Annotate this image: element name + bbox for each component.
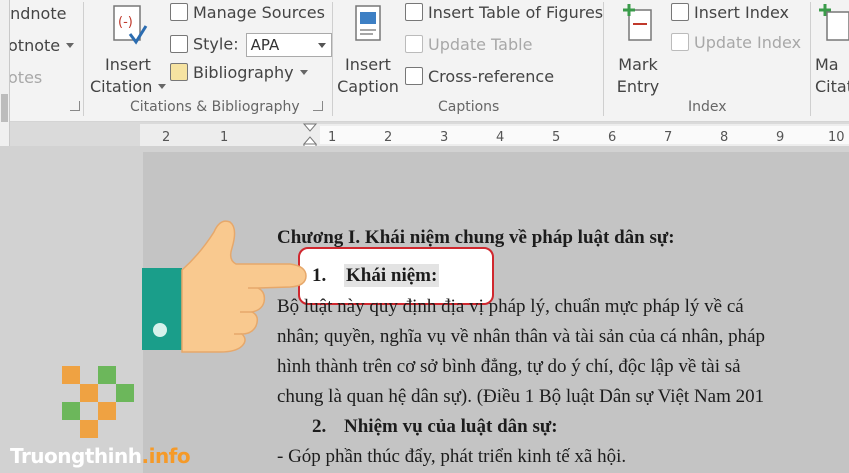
horizontal-ruler[interactable]: 2 1 1 2 3 4 5 6 7 8 9 10 (140, 123, 849, 151)
ruler-tick: 1 (328, 130, 337, 145)
list-item-1-title: Khái niệm: (344, 264, 440, 287)
insert-citation-label-1: Insert (105, 55, 151, 74)
pointing-hand-icon (142, 220, 307, 353)
ribbon: Endnote otnote otes (-) Insert Citation … (0, 0, 849, 122)
insert-caption-label-2: Caption (337, 77, 399, 96)
manage-sources-label: Manage Sources (193, 3, 325, 22)
citations-dialog-launcher-icon[interactable] (313, 101, 323, 111)
insert-caption-icon (355, 5, 381, 41)
mark-citation-button[interactable]: Ma Citat (815, 4, 849, 98)
navigation-scrollbar[interactable] (1, 94, 8, 122)
paragraph-line: nhân; quyền, nghĩa vụ về nhân thân và tà… (277, 326, 766, 347)
citations-group-label: Citations & Bibliography (130, 99, 300, 115)
ruler-tick: 1 (220, 130, 229, 145)
chevron-down-icon (299, 70, 308, 75)
ruler-tick: 6 (608, 130, 617, 145)
insert-citation-icon: (-) (113, 5, 148, 45)
chevron-down-icon (158, 84, 167, 89)
navigation-pane-edge (0, 0, 10, 158)
ruler-tick: 8 (720, 130, 729, 145)
ruler-tick: 7 (664, 130, 673, 145)
mark-citation-icon (819, 4, 849, 41)
ruler-tick: 5 (552, 130, 561, 145)
insert-table-of-figures-label: Insert Table of Figures (428, 3, 604, 22)
captions-group-label: Captions (438, 99, 500, 115)
insert-citation-button[interactable]: (-) Insert Citation (90, 4, 167, 98)
paragraph-line: Bộ luật này quy định địa vị pháp lý, chu… (277, 296, 744, 317)
group-divider (810, 2, 811, 116)
mark-entry-label-1: Mark (618, 55, 658, 74)
watermark-suffix: .info (141, 444, 191, 468)
insert-index-button[interactable]: Insert Index (671, 3, 789, 23)
style-label: Style: (193, 34, 239, 54)
mark-citation-label-1: Ma (815, 55, 839, 74)
bibliography-button[interactable]: Bibliography (170, 63, 308, 83)
ruler-tick: 3 (440, 130, 449, 145)
mark-entry-icon (623, 4, 652, 41)
style-dropdown[interactable]: APA (245, 33, 332, 57)
paragraph-line: hình thành trên cơ sở bình đẳng, tự do ý… (277, 356, 741, 377)
ruler-text-area (320, 126, 849, 144)
bullet-line: - Góp phần thúc đẩy, phát triển kinh tế … (277, 446, 627, 467)
paragraph-line: chung là quan hệ dân sự). (Điều 1 Bộ luậ… (277, 386, 765, 407)
update-table-button[interactable]: Update Table (405, 35, 532, 55)
style-icon (170, 34, 188, 53)
manage-sources-icon (170, 3, 188, 21)
update-index-icon (671, 33, 689, 51)
group-divider (83, 2, 84, 116)
svg-text:(-): (-) (118, 15, 133, 30)
group-divider (332, 2, 333, 116)
mark-entry-label-2: Entry (616, 77, 660, 96)
ruler-tick: 4 (496, 130, 505, 145)
mark-entry-button[interactable]: Mark Entry (609, 4, 667, 98)
ruler-tick: 2 (162, 130, 171, 145)
truongthinh-logo-icon (62, 366, 134, 438)
chapter-heading: Chương I. Khái niệm chung về pháp luật d… (277, 227, 675, 248)
insert-table-of-figures-button[interactable]: Insert Table of Figures (405, 3, 603, 23)
style-value: APA (250, 36, 280, 54)
insert-citation-label-2: Citation (90, 77, 153, 96)
ruler-tick: 9 (776, 130, 785, 145)
selected-text: Khái niệm: (344, 264, 440, 287)
update-index-label: Update Index (694, 33, 802, 52)
group-divider (603, 2, 604, 116)
cross-reference-icon (405, 67, 423, 85)
footnotes-dialog-launcher-icon[interactable] (70, 101, 80, 111)
cross-reference-button[interactable]: Cross-reference (405, 67, 554, 87)
chevron-down-icon (66, 43, 75, 48)
update-index-button[interactable]: Update Index (671, 33, 801, 53)
bibliography-label: Bibliography (193, 63, 294, 82)
index-group-label: Index (688, 99, 727, 115)
cross-reference-label: Cross-reference (428, 67, 555, 86)
bibliography-icon (170, 63, 188, 81)
insert-caption-label-1: Insert (345, 55, 391, 74)
ruler-tick: 2 (384, 130, 393, 145)
insert-index-icon (671, 3, 689, 21)
next-footnote-label: otnote (8, 36, 61, 55)
list-number-2: 2. (312, 416, 327, 437)
insert-caption-button[interactable]: Insert Caption (336, 4, 400, 98)
mark-citation-label-2: Citat (815, 77, 849, 96)
watermark-text: Truongthinh.info (10, 444, 191, 468)
style-selector: Style: APA (170, 33, 332, 57)
show-notes-button[interactable]: otes (8, 68, 42, 88)
watermark-brand: Truongthinh (10, 444, 142, 468)
ruler-tick: 10 (828, 130, 845, 145)
chevron-down-icon (317, 43, 326, 48)
insert-index-label: Insert Index (694, 3, 790, 22)
manage-sources-button[interactable]: Manage Sources (170, 3, 325, 23)
update-table-label: Update Table (428, 35, 533, 54)
table-of-figures-icon (405, 3, 423, 21)
next-footnote-button[interactable]: otnote (8, 36, 75, 56)
show-notes-label: otes (8, 68, 43, 87)
update-table-icon (405, 35, 423, 53)
list-item-2-title: Nhiệm vụ của luật dân sự: (344, 416, 558, 437)
